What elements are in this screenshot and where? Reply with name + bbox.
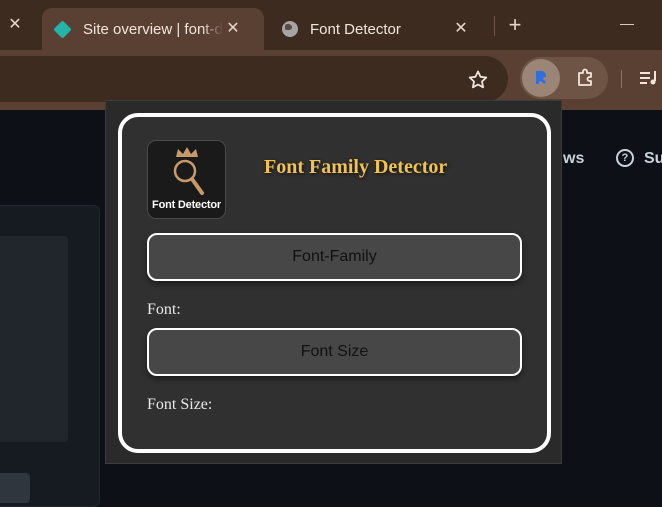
magnifier-crown-icon xyxy=(173,147,204,195)
popup-frame: Font Detector Font Family Detector Font-… xyxy=(118,113,551,453)
close-tab-icon[interactable]: ✕ xyxy=(450,18,472,40)
logo-text: Font Detector xyxy=(152,199,221,211)
close-tab-icon[interactable]: ✕ xyxy=(222,18,244,40)
diamond-favicon-icon xyxy=(53,19,72,39)
toolbar-divider xyxy=(621,70,622,88)
font-family-button[interactable]: Font-Family xyxy=(147,233,522,281)
address-bar[interactable] xyxy=(0,56,508,102)
tab-font-detector[interactable]: Font Detector ✕ xyxy=(270,8,492,50)
tab-title: Font Detector xyxy=(310,20,401,38)
page-nav-item-partial[interactable]: Su xyxy=(644,150,662,168)
page-nav-item-partial[interactable]: ws xyxy=(563,150,584,168)
new-tab-button[interactable]: + xyxy=(503,12,527,38)
help-icon[interactable]: ? xyxy=(616,149,634,167)
globe-favicon-icon xyxy=(282,21,298,37)
font-size-button[interactable]: Font Size xyxy=(147,328,522,376)
font-size-label: Font Size: xyxy=(147,396,213,413)
tab-divider xyxy=(494,16,495,36)
close-tab-icon[interactable]: ✕ xyxy=(4,14,26,36)
app-logo: Font Detector xyxy=(147,140,226,219)
bookmark-star-icon[interactable] xyxy=(466,68,490,92)
font-label: Font: xyxy=(147,301,181,318)
puzzle-extensions-icon[interactable] xyxy=(574,66,598,90)
tab-strip: ✕ Site overview | font-d ✕ Font Detector… xyxy=(0,0,662,50)
popup-title: Font Family Detector xyxy=(264,156,448,178)
media-control-icon[interactable] xyxy=(640,68,662,88)
font-detector-extension-button[interactable] xyxy=(522,59,560,97)
page-button[interactable] xyxy=(0,473,30,503)
page-content-panel xyxy=(0,236,68,442)
tab-site-overview[interactable]: Site overview | font-d ✕ xyxy=(42,8,264,50)
extension-pin-icon xyxy=(536,71,546,84)
extensions-group xyxy=(520,57,608,99)
extension-popup: Font Detector Font Family Detector Font-… xyxy=(105,100,562,464)
minimize-window-icon[interactable] xyxy=(620,24,634,25)
tab-title: Site overview | font-d xyxy=(83,20,223,38)
